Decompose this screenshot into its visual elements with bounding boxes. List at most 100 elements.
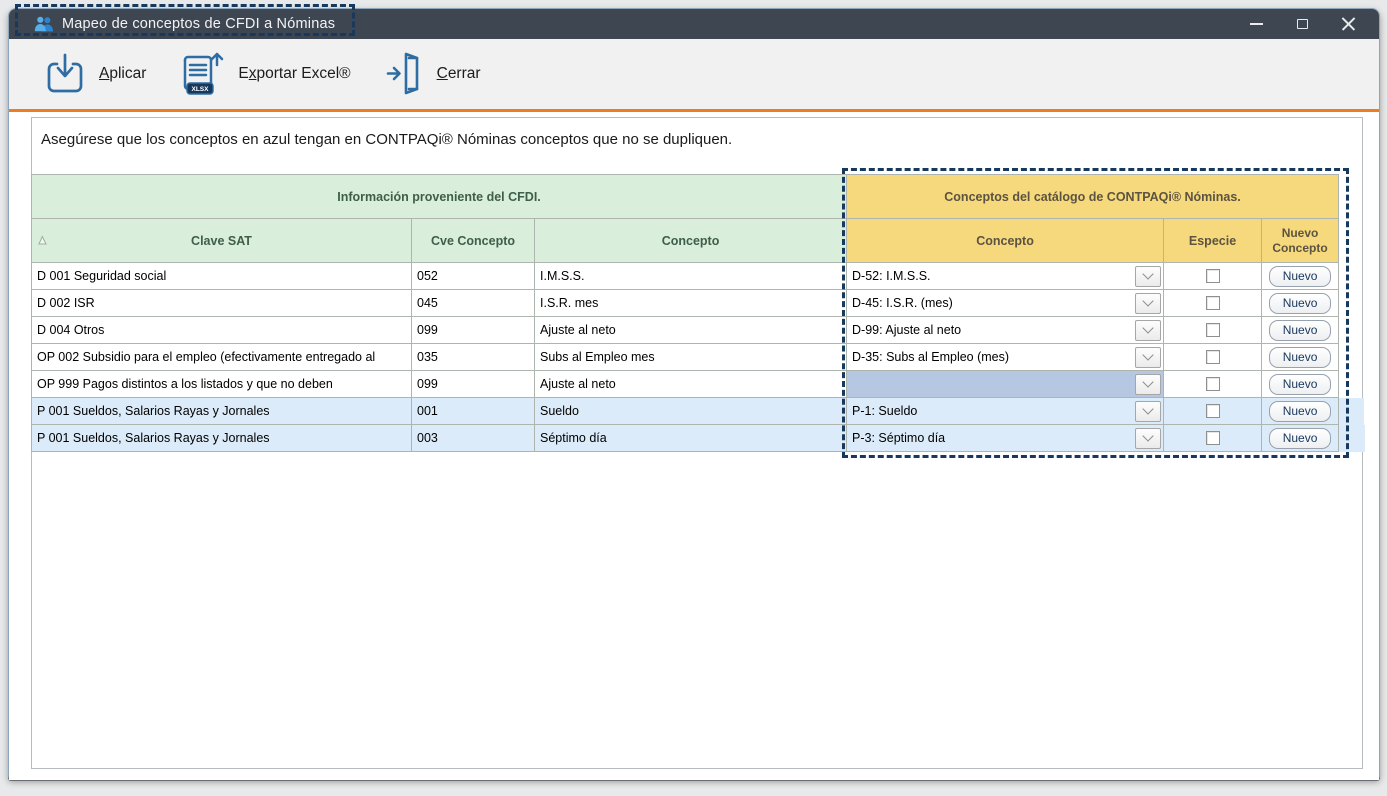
concepto-cfdi-cell[interactable]: Séptimo día [535,425,847,452]
minimize-button[interactable] [1233,9,1279,39]
col-header-cve-concepto[interactable]: Cve Concepto [412,219,535,263]
especie-checkbox[interactable] [1206,431,1220,445]
especie-cell [1164,317,1262,344]
concepto-nominas-cell: P-3: Séptimo día [847,425,1164,452]
clave-sat-cell[interactable]: D 001 Seguridad social [32,263,412,290]
nuevo-concepto-button[interactable]: Nuevo [1269,293,1332,314]
nuevo-cell: Nuevo [1262,425,1339,452]
filler-cell [1339,263,1365,290]
window-title: Mapeo de conceptos de CFDI a Nóminas [62,16,335,32]
concepto-cfdi-cell[interactable]: Ajuste al neto [535,317,847,344]
nuevo-cell: Nuevo [1262,290,1339,317]
exit-door-icon [385,52,423,96]
filler-cell [1339,371,1365,398]
concepto-nominas-dropdown[interactable]: P-1: Sueldo [847,398,1163,424]
table-row: D 001 Seguridad social 052 I.M.S.S. D-52… [32,263,1365,290]
nuevo-concepto-button[interactable]: Nuevo [1269,374,1332,395]
col-header-concepto-nominas[interactable]: Concepto [847,219,1164,263]
chevron-down-icon [1142,349,1153,360]
cve-concepto-cell[interactable]: 001 [412,398,535,425]
concepto-nominas-cell: D-99: Ajuste al neto [847,317,1164,344]
especie-checkbox[interactable] [1206,404,1220,418]
dropdown-arrow-button[interactable] [1135,266,1161,287]
filler-cell [1339,344,1365,371]
especie-checkbox[interactable] [1206,323,1220,337]
aplicar-button[interactable]: Aplicar [45,52,146,96]
nominas-group-header: Conceptos del catálogo de CONTPAQi® Nómi… [847,175,1339,219]
filler-cell [1339,317,1365,344]
nuevo-cell: Nuevo [1262,263,1339,290]
app-window: Mapeo de conceptos de CFDI a Nóminas Apl… [8,8,1380,779]
especie-checkbox[interactable] [1206,296,1220,310]
dropdown-arrow-button[interactable] [1135,401,1161,422]
nuevo-concepto-button[interactable]: Nuevo [1269,266,1332,287]
cve-concepto-cell[interactable]: 052 [412,263,535,290]
chevron-down-icon [1142,376,1153,387]
col-header-clave-sat[interactable]: Clave SAT [32,219,412,263]
cve-concepto-cell[interactable]: 099 [412,317,535,344]
apply-download-icon [45,52,85,96]
exportar-excel-button[interactable]: XLSX Exportar Excel® [180,50,350,98]
nuevo-concepto-button[interactable]: Nuevo [1269,401,1332,422]
svg-text:XLSX: XLSX [192,86,210,93]
col-header-nuevo-concepto[interactable]: Nuevo Concepto [1262,219,1339,263]
concepto-nominas-cell: D-45: I.S.R. (mes) [847,290,1164,317]
concepto-nominas-dropdown-empty[interactable] [847,371,1163,397]
nuevo-concepto-button[interactable]: Nuevo [1269,347,1332,368]
maximize-button[interactable] [1279,9,1325,39]
dropdown-arrow-button[interactable] [1135,320,1161,341]
concepto-nominas-dropdown[interactable]: D-52: I.M.S.S. [847,263,1163,289]
cve-concepto-cell[interactable]: 035 [412,344,535,371]
nuevo-cell: Nuevo [1262,371,1339,398]
cve-concepto-cell[interactable]: 003 [412,425,535,452]
nuevo-cell: Nuevo [1262,398,1339,425]
concepto-nominas-cell: P-1: Sueldo [847,398,1164,425]
aplicar-label: Aplicar [99,65,146,83]
concepto-nominas-dropdown[interactable]: P-3: Séptimo día [847,425,1163,451]
chevron-down-icon [1142,268,1153,279]
dropdown-arrow-button[interactable] [1135,293,1161,314]
especie-checkbox[interactable] [1206,269,1220,283]
especie-checkbox[interactable] [1206,350,1220,364]
especie-cell [1164,398,1262,425]
col-header-concepto-cfdi[interactable]: Concepto [535,219,847,263]
dropdown-arrow-button[interactable] [1135,428,1161,449]
concepto-cfdi-cell[interactable]: Ajuste al neto [535,371,847,398]
especie-cell [1164,290,1262,317]
concepto-cfdi-cell[interactable]: Sueldo [535,398,847,425]
dropdown-arrow-button[interactable] [1135,374,1161,395]
filler-cell [1339,175,1365,219]
clave-sat-cell[interactable]: D 004 Otros [32,317,412,344]
cerrar-button[interactable]: Cerrar [385,52,481,96]
clave-sat-cell[interactable]: P 001 Sueldos, Salarios Rayas y Jornales [32,425,412,452]
concepto-nominas-dropdown[interactable]: D-45: I.S.R. (mes) [847,290,1163,316]
clave-sat-cell[interactable]: OP 002 Subsidio para el empleo (efectiva… [32,344,412,371]
clave-sat-cell[interactable]: D 002 ISR [32,290,412,317]
table-row: D 002 ISR 045 I.S.R. mes D-45: I.S.R. (m… [32,290,1365,317]
window-controls [1233,9,1371,39]
close-button[interactable] [1325,9,1371,39]
col-header-especie[interactable]: Especie [1164,219,1262,263]
sort-triangle-icon [37,235,48,249]
table-row-highlighted: P 001 Sueldos, Salarios Rayas y Jornales… [32,425,1365,452]
cve-concepto-cell[interactable]: 099 [412,371,535,398]
nuevo-concepto-button[interactable]: Nuevo [1269,428,1332,449]
chevron-down-icon [1142,403,1153,414]
table-row-highlighted: P 001 Sueldos, Salarios Rayas y Jornales… [32,398,1365,425]
especie-checkbox[interactable] [1206,377,1220,391]
excel-export-icon: XLSX [180,50,224,98]
concepto-cfdi-cell[interactable]: I.S.R. mes [535,290,847,317]
nuevo-concepto-button[interactable]: Nuevo [1269,320,1332,341]
concepto-cfdi-cell[interactable]: Subs al Empleo mes [535,344,847,371]
clave-sat-cell[interactable]: P 001 Sueldos, Salarios Rayas y Jornales [32,398,412,425]
concepto-cfdi-cell[interactable]: I.M.S.S. [535,263,847,290]
clave-sat-cell[interactable]: OP 999 Pagos distintos a los listados y … [32,371,412,398]
cfdi-group-header: Información proveniente del CFDI. [32,175,847,219]
concepto-nominas-cell: D-35: Subs al Empleo (mes) [847,344,1164,371]
concepto-nominas-dropdown[interactable]: D-99: Ajuste al neto [847,317,1163,343]
nuevo-cell: Nuevo [1262,344,1339,371]
dropdown-arrow-button[interactable] [1135,347,1161,368]
table-row: OP 999 Pagos distintos a los listados y … [32,371,1365,398]
cve-concepto-cell[interactable]: 045 [412,290,535,317]
concepto-nominas-dropdown[interactable]: D-35: Subs al Empleo (mes) [847,344,1163,370]
